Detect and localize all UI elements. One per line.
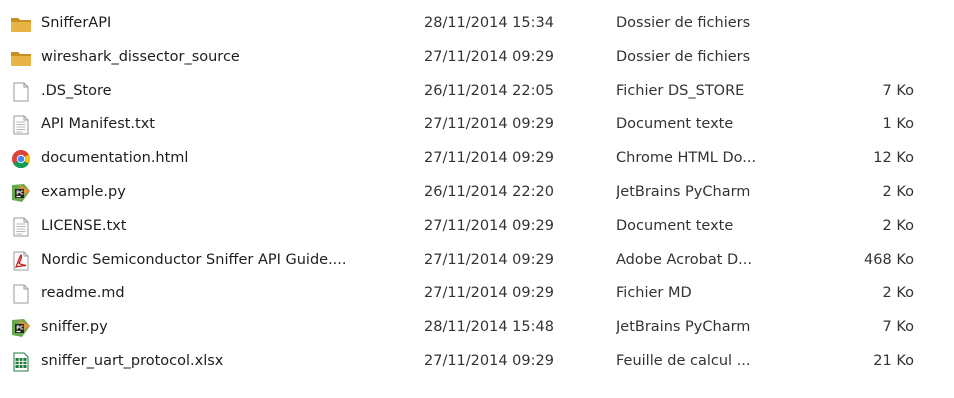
file-type: Dossier de fichiers [616,15,751,31]
file-size: 468 Ko [864,251,914,268]
file-size: 2 Ko [882,183,915,200]
file-date: 28/11/2014 15:48 [424,319,554,336]
file-row[interactable]: documentation.html 27/11/2014 09:29 Chro… [0,142,954,176]
file-size: 7 Ko [882,319,915,336]
file-size: 21 Ko [873,352,914,369]
text-file-icon [10,217,32,237]
file-row[interactable]: sniffer_uart_protocol.xlsx 27/11/2014 09… [0,345,954,379]
file-name: readme.md [41,285,125,302]
file-type: Fichier DS_STORE [616,82,745,99]
file-date: 27/11/2014 09:29 [424,150,554,167]
pdf-icon [10,251,32,271]
file-date: 26/11/2014 22:20 [424,183,554,200]
file-size: 1 Ko [882,116,915,133]
file-name: wireshark_dissector_source [41,48,240,65]
file-row[interactable]: PC example.py 26/11/2014 22:20 JetBrains… [0,176,954,210]
file-name: sniffer.py [41,319,108,336]
file-date: 27/11/2014 09:29 [424,352,554,369]
folder-icon [10,48,32,68]
file-type: JetBrains PyCharm [616,319,751,336]
file-date: 27/11/2014 09:29 [424,217,554,234]
file-type: Feuille de calcul ... [616,352,751,369]
svg-text:PC: PC [16,190,24,196]
file-name: LICENSE.txt [41,217,127,234]
file-date: 27/11/2014 09:29 [424,251,554,268]
file-name: SnifferAPI [41,15,112,31]
file-type: Chrome HTML Do... [616,150,757,167]
file-size: 2 Ko [882,285,915,302]
file-row[interactable]: LICENSE.txt 27/11/2014 09:29 Document te… [0,210,954,244]
chrome-icon [10,149,32,169]
file-date: 27/11/2014 09:29 [424,285,554,302]
pycharm-icon: PC [10,183,32,203]
file-row[interactable]: Nordic Semiconductor Sniffer API Guide..… [0,244,954,278]
file-date: 27/11/2014 09:29 [424,116,554,133]
file-name: API Manifest.txt [41,116,155,133]
file-row[interactable]: wireshark_dissector_source 27/11/2014 09… [0,41,954,75]
file-name: Nordic Semiconductor Sniffer API Guide..… [41,251,347,268]
file-size: 12 Ko [873,150,914,167]
file-row[interactable]: PC sniffer.py 28/11/2014 15:48 JetBrains… [0,311,954,345]
file-row[interactable]: readme.md 27/11/2014 09:29 Fichier MD 2 … [0,277,954,311]
blank-file-icon [10,284,32,304]
file-size: 2 Ko [882,217,915,234]
file-row[interactable]: .DS_Store 26/11/2014 22:05 Fichier DS_ST… [0,75,954,109]
file-type: Document texte [616,217,734,234]
file-name: example.py [41,183,126,200]
file-row[interactable]: API Manifest.txt 27/11/2014 09:29 Docume… [0,108,954,142]
file-name: documentation.html [41,150,189,167]
file-size: 7 Ko [882,82,915,99]
pycharm-icon: PC [10,318,32,338]
file-type: Dossier de fichiers [616,48,751,65]
file-type: Fichier MD [616,285,692,302]
svg-text:PC: PC [16,326,24,332]
folder-icon [10,14,32,34]
file-type: Document texte [616,116,734,133]
file-date: 26/11/2014 22:05 [424,82,554,99]
file-name: .DS_Store [41,82,112,99]
file-date: 27/11/2014 09:29 [424,48,554,65]
file-row[interactable]: SnifferAPI 28/11/2014 15:34 Dossier de f… [0,7,954,41]
file-type: JetBrains PyCharm [616,183,751,200]
file-list: SnifferAPI 28/11/2014 15:34 Dossier de f… [0,0,954,379]
file-name: sniffer_uart_protocol.xlsx [41,352,224,369]
file-date: 28/11/2014 15:34 [424,15,554,31]
blank-file-icon [10,82,32,102]
file-type: Adobe Acrobat D... [616,251,753,268]
excel-icon [10,352,32,372]
text-file-icon [10,115,32,135]
